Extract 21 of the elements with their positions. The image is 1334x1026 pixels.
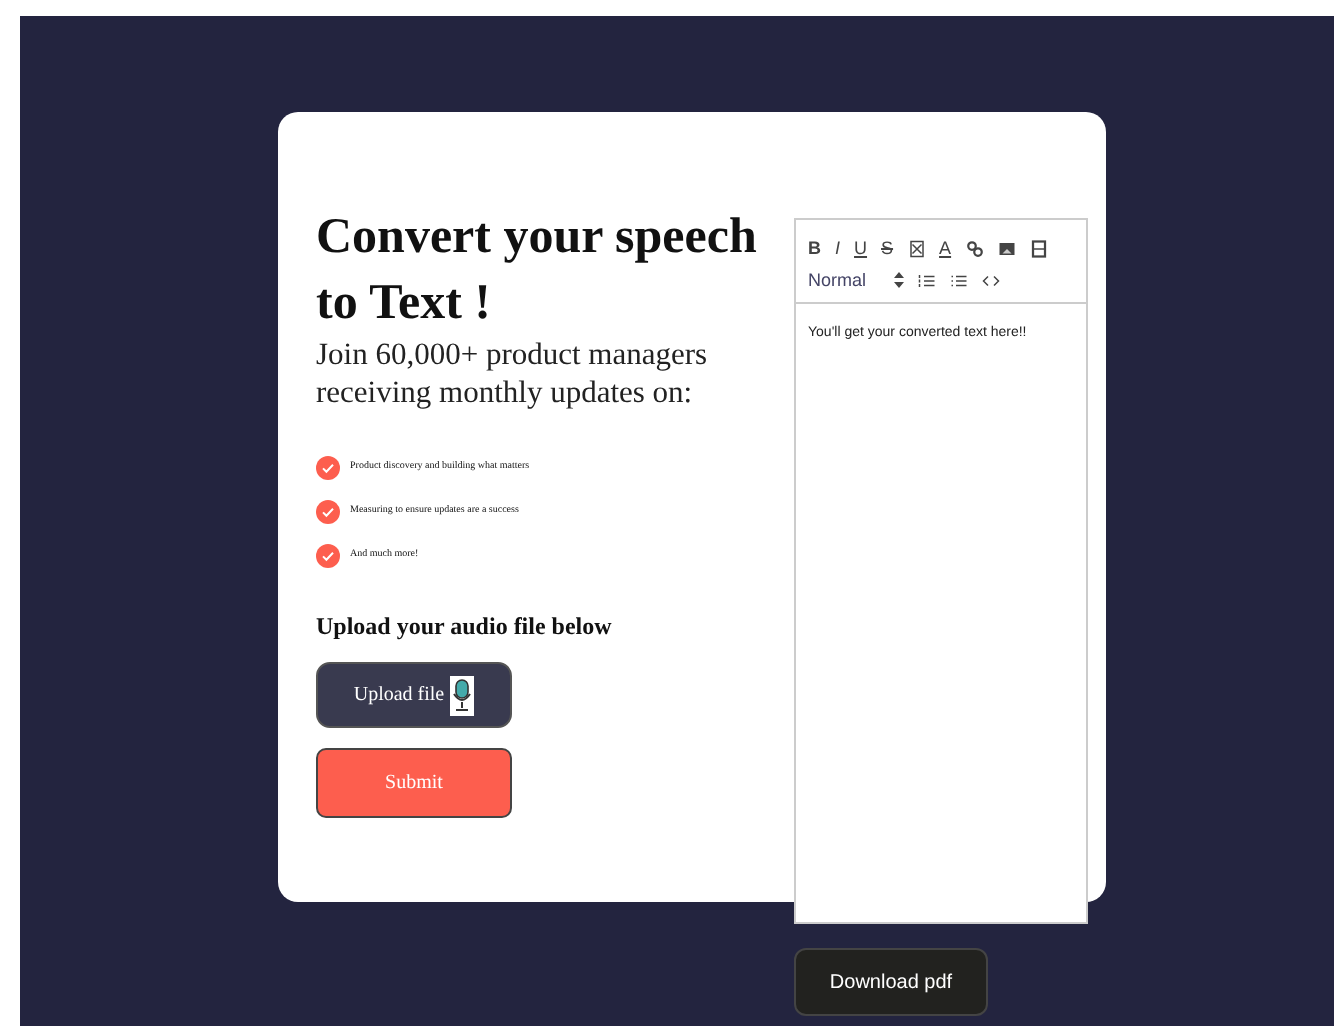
image-icon[interactable] — [997, 237, 1016, 259]
download-button[interactable]: Download pdf — [794, 948, 988, 1016]
heading: Convert your speech to Text ! — [316, 208, 758, 334]
microphone-icon — [450, 675, 475, 715]
bold-button[interactable]: B — [808, 236, 821, 260]
underline-button[interactable]: U — [854, 236, 868, 260]
subheading: Join 60,000+ product managers receiving monthly updates on: — [316, 336, 710, 412]
italic-button[interactable]: I — [835, 236, 841, 260]
numbered-list-icon[interactable] — [918, 269, 936, 291]
film-icon[interactable] — [1029, 237, 1048, 259]
upload-button[interactable]: Upload file — [316, 662, 512, 728]
check-icon — [316, 544, 340, 568]
strikethrough-button[interactable]: S — [881, 236, 894, 260]
clear-format-icon[interactable] — [907, 237, 926, 259]
upload-label: Upload your audio file below — [316, 610, 614, 644]
chevron-icon — [894, 272, 904, 288]
check-icon — [316, 500, 340, 524]
link-icon[interactable] — [965, 237, 984, 259]
text-color-button[interactable]: A — [939, 236, 952, 260]
check-icon — [316, 456, 340, 480]
style-dropdown[interactable]: Normal — [808, 268, 904, 292]
